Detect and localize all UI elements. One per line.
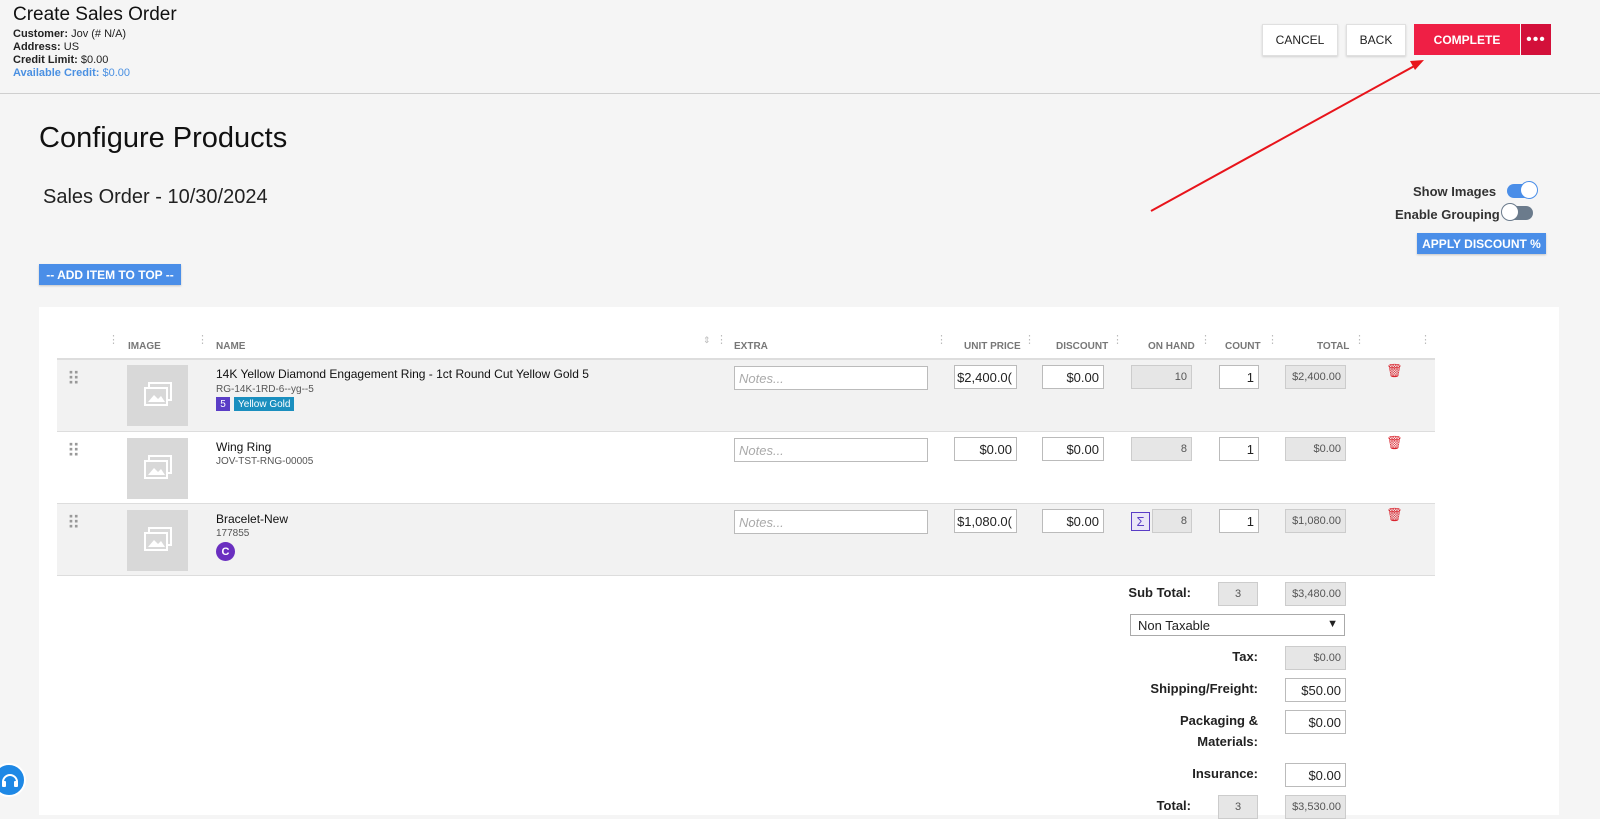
column-header-image: IMAGE	[128, 341, 161, 352]
line-total-value: $1,080.00	[1285, 509, 1346, 533]
product-image-placeholder	[127, 510, 188, 571]
discount-input[interactable]: $0.00	[1042, 437, 1104, 461]
shipping-label: Shipping/Freight:	[1150, 681, 1258, 696]
image-icon	[144, 455, 172, 479]
column-resize-handle[interactable]: ⋮	[716, 335, 727, 346]
column-resize-handle[interactable]: ⋮	[1024, 335, 1035, 346]
column-resize-handle[interactable]: ⋮	[197, 335, 208, 346]
product-name[interactable]: Bracelet-New	[216, 512, 288, 526]
drag-handle-icon[interactable]: ⠿	[67, 514, 80, 532]
unit-price-input[interactable]: $1,080.0(	[954, 509, 1017, 533]
discount-input[interactable]: $0.00	[1042, 509, 1104, 533]
image-icon	[144, 527, 172, 551]
column-header-unit-price: UNIT PRICE	[964, 341, 1021, 352]
metal-tag-badge: Yellow Gold	[234, 397, 295, 411]
tax-label: Tax:	[1232, 649, 1258, 664]
notes-input[interactable]: Notes...	[734, 438, 928, 462]
drag-handle-icon[interactable]: ⠿	[67, 370, 80, 388]
add-item-to-top-button[interactable]: -- ADD ITEM TO TOP --	[39, 264, 181, 285]
toggle-knob	[1501, 203, 1519, 221]
column-resize-handle[interactable]: ⋮	[1200, 335, 1211, 346]
insurance-input[interactable]: $0.00	[1285, 763, 1346, 787]
insurance-label: Insurance:	[1192, 766, 1258, 781]
packaging-label-line1: Packaging &	[1179, 713, 1258, 728]
product-sku: JOV-TST-RNG-00005	[216, 456, 314, 467]
on-hand-value: 10	[1131, 365, 1192, 389]
line-total-value: $2,400.00	[1285, 365, 1346, 389]
component-badge: C	[216, 542, 235, 561]
column-header-name[interactable]: NAME	[216, 341, 245, 352]
trash-icon[interactable]: 🗑	[1386, 363, 1403, 379]
on-hand-value: 8	[1131, 437, 1192, 461]
line-total-value: $0.00	[1285, 437, 1346, 461]
column-header-discount: DISCOUNT	[1056, 341, 1109, 352]
subtotal-value: $3,480.00	[1285, 582, 1346, 606]
column-resize-handle[interactable]: ⋮	[1420, 335, 1431, 346]
unit-price-input[interactable]: $2,400.0(	[954, 365, 1017, 389]
product-sku: 177855	[216, 528, 250, 539]
column-header-on-hand: ON HAND	[1148, 341, 1195, 352]
product-name[interactable]: Wing Ring	[216, 440, 271, 454]
count-input[interactable]: 1	[1219, 509, 1259, 533]
count-input[interactable]: 1	[1219, 437, 1259, 461]
chevron-down-icon: ▼	[1327, 618, 1338, 630]
count-input[interactable]: 1	[1219, 365, 1259, 389]
shipping-input[interactable]: $50.00	[1285, 678, 1346, 702]
sigma-icon[interactable]: Σ	[1131, 512, 1150, 531]
total-label: Total:	[1156, 798, 1191, 813]
subtotal-label: Sub Total:	[1128, 585, 1191, 600]
column-resize-handle[interactable]: ⋮	[1112, 335, 1123, 346]
sort-icon[interactable]: ⇕	[703, 336, 711, 345]
tax-value: $0.00	[1285, 646, 1346, 670]
product-image-placeholder	[127, 438, 188, 499]
notes-input[interactable]: Notes...	[734, 366, 928, 390]
column-resize-handle[interactable]: ⋮	[936, 335, 947, 346]
variant-number-badge: 5	[216, 397, 230, 411]
packaging-input[interactable]: $0.00	[1285, 710, 1346, 734]
column-resize-handle[interactable]: ⋮	[1267, 335, 1278, 346]
product-image-placeholder	[127, 365, 188, 426]
enable-grouping-toggle[interactable]	[1501, 203, 1533, 221]
show-images-toggle[interactable]	[1507, 181, 1538, 199]
column-resize-handle[interactable]: ⋮	[1354, 335, 1365, 346]
trash-icon[interactable]: 🗑	[1386, 507, 1403, 523]
tax-type-value: Non Taxable	[1138, 617, 1211, 633]
notes-input[interactable]: Notes...	[734, 510, 928, 534]
on-hand-value: 8	[1152, 509, 1192, 533]
packaging-label-line2: Materials:	[1197, 734, 1258, 749]
unit-price-input[interactable]: $0.00	[954, 437, 1017, 461]
apply-discount-button[interactable]: APPLY DISCOUNT %	[1417, 233, 1546, 254]
trash-icon[interactable]: 🗑	[1386, 435, 1403, 451]
tax-type-select[interactable]: Non Taxable ▼	[1130, 614, 1345, 636]
product-name[interactable]: 14K Yellow Diamond Engagement Ring - 1ct…	[216, 367, 589, 381]
total-count: 3	[1218, 795, 1258, 819]
discount-input[interactable]: $0.00	[1042, 365, 1104, 389]
configure-products-heading: Configure Products	[39, 122, 288, 154]
drag-handle-icon[interactable]: ⠿	[67, 442, 80, 460]
enable-grouping-label: Enable Grouping	[1395, 207, 1500, 222]
support-chat-icon[interactable]	[0, 763, 26, 797]
product-sku: RG-14K-1RD-6--yg--5	[216, 384, 314, 395]
column-resize-handle[interactable]: ⋮	[108, 335, 119, 346]
column-header-total: TOTAL	[1317, 341, 1350, 352]
grand-total-value: $3,530.00	[1285, 795, 1346, 819]
column-header-count: COUNT	[1225, 341, 1261, 352]
toggle-knob	[1520, 181, 1538, 199]
sales-order-title: Sales Order - 10/30/2024	[43, 186, 268, 208]
image-icon	[144, 382, 172, 406]
show-images-label: Show Images	[1413, 184, 1497, 199]
subtotal-count: 3	[1218, 582, 1258, 606]
column-header-extra: EXTRA	[734, 341, 768, 352]
